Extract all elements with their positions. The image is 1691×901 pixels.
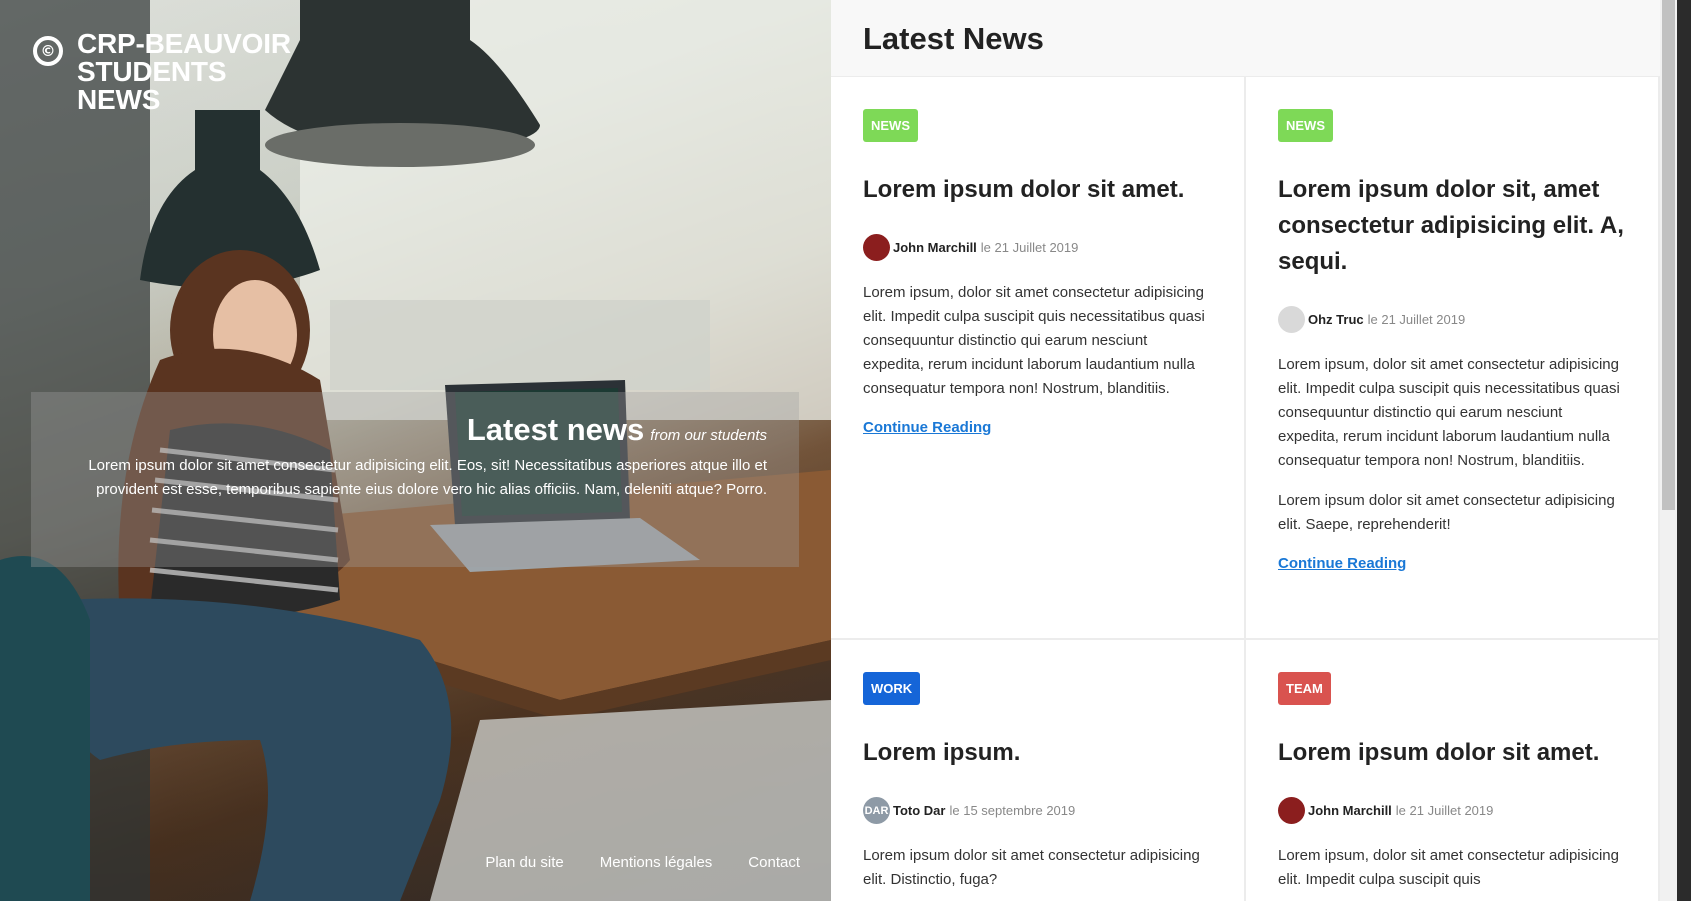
author-name[interactable]: Toto Dar	[893, 803, 945, 818]
continue-reading-link[interactable]: Continue Reading	[863, 419, 991, 436]
footer-link-sitemap[interactable]: Plan du site	[485, 854, 563, 871]
page-title: Latest News	[863, 21, 1044, 56]
page-scrollbar[interactable]	[1660, 0, 1677, 901]
window-edge	[1677, 0, 1691, 901]
hero-intro-title: Latest news	[466, 412, 645, 447]
footer-link-legal[interactable]: Mentions légales	[600, 854, 713, 871]
news-card: NEWS Lorem ipsum dolor sit amet. John Ma…	[831, 77, 1246, 640]
card-excerpt: Lorem ipsum dolor sit amet consectetur a…	[1278, 492, 1615, 533]
hero-intro-subtitle: from our students	[650, 427, 767, 444]
author-name[interactable]: Ohz Truc	[1308, 312, 1364, 327]
card-meta: John Marchill le 21 Juillet 2019	[863, 234, 1212, 261]
category-badge[interactable]: NEWS	[863, 109, 918, 142]
news-grid: NEWS Lorem ipsum dolor sit amet. John Ma…	[831, 77, 1660, 901]
category-badge[interactable]: WORK	[863, 672, 921, 705]
content-header: Latest News	[831, 0, 1660, 77]
news-card: TEAM Lorem ipsum dolor sit amet. John Ma…	[1246, 640, 1660, 901]
card-title[interactable]: Lorem ipsum dolor sit amet.	[1278, 735, 1626, 771]
news-content: Latest News NEWS Lorem ipsum dolor sit a…	[831, 0, 1660, 901]
card-excerpt: Lorem ipsum, dolor sit amet consectetur …	[863, 284, 1205, 397]
card-meta: John Marchill le 21 Juillet 2019	[1278, 797, 1626, 824]
hero-intro-box: Latest news from our students Lorem ipsum…	[31, 392, 799, 567]
author-avatar: DAR	[863, 797, 890, 824]
hero-panel: © CRP-Beauvoir Students News Latest news…	[0, 0, 831, 901]
news-card: WORK Lorem ipsum. DAR Toto Dar le 15 sep…	[831, 640, 1246, 901]
author-avatar	[1278, 306, 1305, 333]
post-date: le 21 Juillet 2019	[980, 240, 1079, 255]
scrollbar-thumb[interactable]	[1662, 0, 1675, 510]
card-title[interactable]: Lorem ipsum dolor sit amet.	[863, 172, 1212, 208]
post-date: le 21 Juillet 2019	[1367, 312, 1466, 327]
card-excerpt: Lorem ipsum dolor sit amet consectetur a…	[863, 847, 1200, 888]
author-avatar	[863, 234, 890, 261]
card-excerpt: Lorem ipsum, dolor sit amet consectetur …	[1278, 356, 1620, 469]
post-date: le 15 septembre 2019	[949, 803, 1076, 818]
brand-logo-icon: ©	[33, 36, 63, 66]
continue-reading-link[interactable]: Continue Reading	[1278, 555, 1406, 572]
footer-nav: Plan du site Mentions légales Contact	[485, 854, 800, 871]
card-meta: DAR Toto Dar le 15 septembre 2019	[863, 797, 1212, 824]
news-card: NEWS Lorem ipsum dolor sit, amet consect…	[1246, 77, 1660, 640]
card-title[interactable]: Lorem ipsum.	[863, 735, 1212, 771]
card-excerpt: Lorem ipsum, dolor sit amet consectetur …	[1278, 847, 1619, 888]
hero-intro-text: Lorem ipsum dolor sit amet consectetur a…	[88, 457, 767, 498]
footer-link-contact[interactable]: Contact	[748, 854, 800, 871]
author-avatar	[1278, 797, 1305, 824]
hero-intro-heading: Latest news from our students	[63, 412, 767, 448]
brand[interactable]: © CRP-Beauvoir Students News	[33, 30, 307, 114]
category-badge[interactable]: TEAM	[1278, 672, 1331, 705]
card-meta: Ohz Truc le 21 Juillet 2019	[1278, 306, 1626, 333]
brand-logo-symbol: ©	[40, 41, 56, 60]
card-title[interactable]: Lorem ipsum dolor sit, amet consectetur …	[1278, 172, 1626, 280]
brand-name: CRP-Beauvoir Students News	[77, 28, 291, 115]
post-date: le 21 Juillet 2019	[1395, 803, 1494, 818]
author-name[interactable]: John Marchill	[893, 240, 977, 255]
category-badge[interactable]: NEWS	[1278, 109, 1333, 142]
author-name[interactable]: John Marchill	[1308, 803, 1392, 818]
